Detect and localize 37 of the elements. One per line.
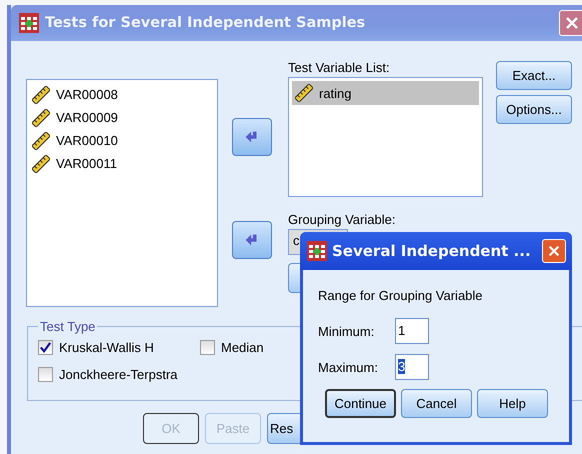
input-field[interactable]: 3 [395, 354, 429, 380]
field-label: Minimum: [318, 324, 376, 338]
move-button[interactable] [232, 118, 272, 156]
window-title: Several Independent ... [332, 242, 531, 260]
dialog-button[interactable]: Help [477, 389, 548, 418]
move-button[interactable] [232, 221, 272, 259]
variable-name: VAR00010 [56, 133, 118, 148]
checkbox-label: Kruskal-Wallis H [59, 340, 154, 355]
section-heading: Range for Grouping Variable [318, 288, 484, 305]
variable-name: VAR00011 [56, 156, 117, 171]
checkbox[interactable] [38, 340, 53, 355]
close-icon [547, 244, 561, 258]
list-label: Test Variable List: [288, 59, 391, 77]
close-icon [564, 15, 580, 31]
ruler-icon [295, 84, 313, 102]
input-field[interactable]: 1 [395, 318, 429, 344]
close-button[interactable] [542, 239, 566, 263]
checkbox-label: Median [221, 340, 264, 355]
checkbox[interactable] [38, 367, 53, 382]
field-label: Grouping Variable: [288, 211, 396, 229]
variable-name: VAR00008 [56, 87, 118, 102]
checkbox[interactable] [200, 340, 215, 355]
variable-name: rating [319, 86, 352, 100]
dialog-button[interactable]: Continue [325, 389, 396, 418]
test-variable-list[interactable]: rating [288, 77, 483, 197]
dialog-button[interactable]: Options... [496, 95, 572, 124]
window-title: Tests for Several Independent Samples [45, 15, 366, 31]
dialog-button[interactable]: Cancel [401, 389, 472, 418]
grid-icon [19, 13, 39, 33]
variable-name: VAR00009 [56, 110, 118, 125]
dialog-button[interactable]: Exact... [496, 61, 572, 90]
group-title: Test Type [39, 319, 96, 334]
variable-list[interactable]: VAR00008 VAR00009 VAR00010 VAR00011 [26, 79, 218, 307]
field-label: Maximum: [318, 360, 379, 374]
checkbox-label: Jonckheere-Terpstra [59, 367, 178, 382]
close-button[interactable] [559, 10, 582, 36]
grid-icon [307, 241, 327, 261]
